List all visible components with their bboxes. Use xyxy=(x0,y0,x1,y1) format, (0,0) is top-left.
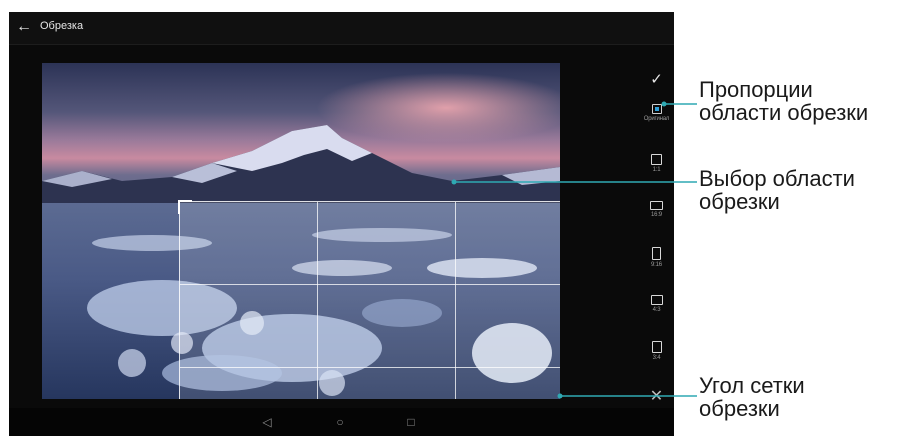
callout-leader-lines xyxy=(451,101,697,399)
callout-aspect-ratio: Пропорции области обрезки xyxy=(699,78,868,124)
callout-crop-selection: Выбор области обрезки xyxy=(699,167,855,213)
callout-aspect-ratio-text: Пропорции области обрезки xyxy=(699,77,869,125)
callout-grid-corner: Угол сетки обрезки xyxy=(699,374,805,420)
callout-crop-selection-text: Выбор области обрезки xyxy=(699,166,855,214)
callout-grid-corner-text: Угол сетки обрезки xyxy=(699,373,805,421)
